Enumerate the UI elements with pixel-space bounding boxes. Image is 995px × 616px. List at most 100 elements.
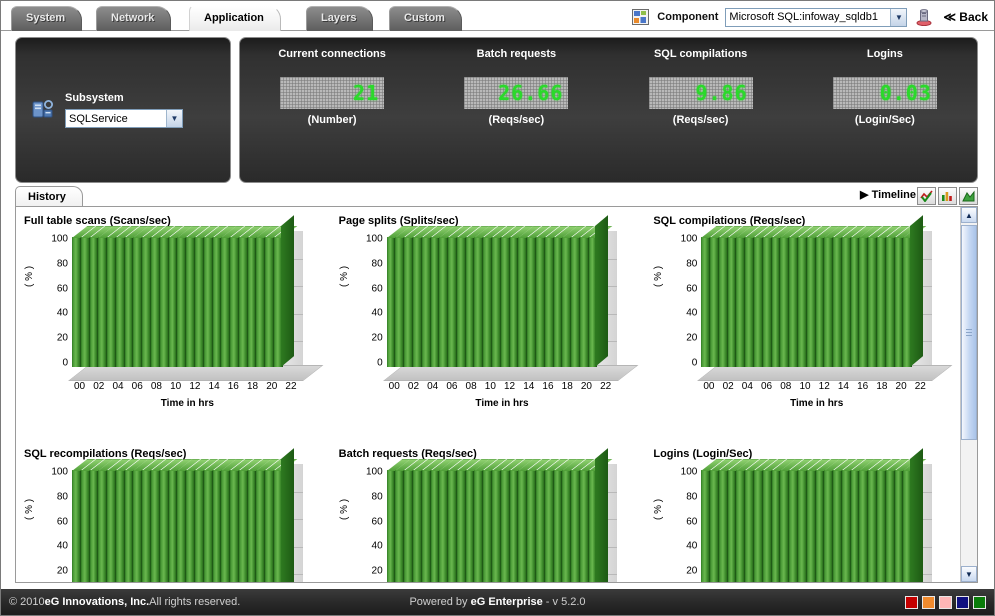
chart-bar	[797, 226, 822, 367]
x-tick: 02	[722, 381, 734, 392]
x-tick: 08	[465, 381, 477, 392]
database-icon[interactable]	[914, 7, 934, 27]
tab-network[interactable]: Network	[96, 6, 172, 31]
powered-by-block: Powered by eG Enterprise - v 5.2.0	[409, 596, 585, 608]
timeline-toggle[interactable]: ▶ Timeline	[860, 188, 916, 201]
chart-row: SQL recompilations (Reqs/sec) ( % ) 100 …	[16, 440, 960, 582]
topology-icon[interactable]	[630, 7, 650, 27]
x-tick: 22	[914, 381, 926, 392]
y-tick: 20	[686, 565, 698, 577]
subsystem-panel: Subsystem SQLService ▼	[15, 37, 231, 183]
x-tick: 00	[388, 381, 400, 392]
tab-layers[interactable]: Layers	[306, 6, 374, 31]
tab-custom[interactable]: Custom	[389, 6, 462, 31]
chart-bar	[701, 226, 725, 367]
chart-bar	[133, 459, 157, 582]
chart-bar	[885, 459, 909, 582]
chart-bar	[80, 226, 104, 367]
chart-bar	[107, 226, 131, 367]
chart-y-axis-label: ( % )	[338, 265, 350, 287]
scroll-down-button[interactable]: ▼	[961, 566, 977, 582]
chart-bar	[710, 226, 734, 367]
chart-y-axis-label: ( % )	[338, 498, 350, 520]
tab-system[interactable]: System	[11, 6, 83, 31]
chart-bar	[474, 459, 498, 582]
chart-bar	[876, 459, 901, 582]
y-tick: 40	[686, 307, 698, 319]
y-tick: 60	[56, 283, 68, 295]
chart-floor	[382, 365, 638, 381]
charts-container: Full table scans (Scans/sec) ( % ) 100 8…	[15, 206, 978, 583]
chart-bar	[736, 226, 760, 367]
chart-bar	[553, 459, 577, 582]
charts-scroll-viewport: Full table scans (Scans/sec) ( % ) 100 8…	[16, 207, 960, 582]
y-tick: 100	[680, 466, 698, 478]
metric-unit: (Reqs/sec)	[672, 114, 729, 126]
y-tick: 80	[56, 258, 68, 270]
chart-bar	[98, 459, 122, 582]
chart-bar	[89, 226, 113, 367]
chart-x-ticks: 00 02 04 06 08 10 12 14 16 18 20 22	[72, 381, 303, 392]
chart-bar	[492, 226, 516, 367]
chart-bar	[439, 226, 463, 367]
summary-panels: Subsystem SQLService ▼ Current connectio…	[1, 31, 994, 183]
chart-bar-stack	[701, 215, 927, 367]
subsystem-select[interactable]: SQLService ▼	[65, 109, 183, 128]
chart-bar	[404, 226, 428, 367]
chart-x-axis-label: Time in hrs	[475, 398, 529, 409]
chart-bar	[413, 459, 437, 582]
chart-bar	[492, 459, 516, 582]
subsystem-select-value: SQLService	[69, 112, 128, 125]
chart-plot: ( % ) 100 80 60 40 20 0	[24, 215, 325, 409]
tab-history[interactable]: History	[15, 186, 83, 207]
chart-plot: ( % ) 100 80 60 40 20 0	[653, 215, 954, 409]
back-button[interactable]: ≪ Back	[941, 10, 988, 24]
chart-bar	[745, 226, 769, 367]
chart-bar	[754, 459, 778, 582]
metric-batch-requests: Batch requests 26.66 (Reqs/sec)	[424, 38, 608, 182]
chart-batch-requests: Batch requests (Reqs/sec) ( % ) 100 80 6…	[331, 440, 646, 582]
chart-bar	[133, 226, 157, 367]
chart-y-ticks: 100 80 60 40 20 0	[671, 467, 698, 582]
chart-bar	[780, 459, 804, 582]
y-tick: 20	[56, 565, 68, 577]
component-select[interactable]: Microsoft SQL:infoway_sqldb1 ▼	[725, 7, 908, 27]
chart-bar	[430, 459, 454, 582]
y-tick: 40	[56, 307, 68, 319]
chart-bar	[562, 226, 586, 367]
chart-bar	[159, 459, 183, 582]
trend-check-icon[interactable]	[917, 187, 936, 205]
chart-bar	[186, 226, 210, 367]
swatch-critical	[905, 595, 918, 609]
x-tick: 20	[266, 381, 278, 392]
chart-bar	[230, 226, 254, 367]
chart-floor	[697, 365, 953, 381]
chart-bar	[815, 226, 839, 367]
chart-bar	[571, 226, 595, 367]
tab-application[interactable]: Application	[189, 5, 281, 31]
chart-bar	[247, 226, 271, 367]
chart-bar	[771, 459, 795, 582]
chart-bar	[221, 226, 245, 367]
chart-bar	[535, 226, 560, 367]
chart-bar	[168, 459, 192, 582]
x-tick: 18	[246, 381, 259, 392]
chart-bar-stack	[701, 448, 927, 582]
chart-bar	[413, 226, 437, 367]
chart-bar	[824, 459, 848, 582]
x-tick: 22	[600, 381, 612, 392]
y-tick: 100	[365, 233, 383, 245]
chart-bar	[710, 459, 734, 582]
bar-chart-icon[interactable]	[938, 187, 957, 205]
chart-bar	[745, 459, 769, 582]
charts-scrollbar[interactable]: ▲ ▼	[960, 207, 977, 582]
y-tick: 100	[680, 233, 698, 245]
chart-bar	[544, 226, 568, 367]
area-chart-icon[interactable]	[959, 187, 978, 205]
scroll-up-button[interactable]: ▲	[961, 207, 977, 223]
chart-bar	[98, 226, 122, 367]
x-tick: 18	[561, 381, 573, 392]
scrollbar-thumb[interactable]	[961, 225, 977, 440]
chart-page-splits: Page splits (Splits/sec) ( % ) 100 80 60…	[331, 207, 646, 440]
x-tick: 12	[189, 381, 201, 392]
